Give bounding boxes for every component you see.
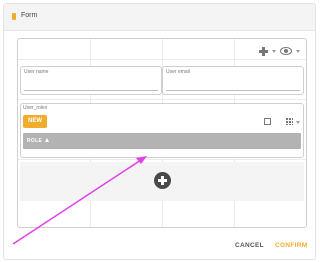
chevron-down-icon[interactable] [272,49,276,53]
sort-icon[interactable] [45,138,49,142]
card-title: Form [21,12,38,19]
user-email-label: User email [166,69,190,75]
form-icon [12,13,16,20]
form-designer: User name User email User_roles NEW ROLE [17,38,307,228]
user-name-field[interactable]: User name [20,66,162,95]
user-email-field[interactable]: User email [162,66,304,95]
confirm-button[interactable]: CONFIRM [275,242,307,249]
form-card: Form User name User email User_roles NEW… [3,3,316,260]
user-roles-label: User_roles [23,105,48,111]
card-header: Form [4,4,315,31]
fullscreen-icon[interactable] [264,118,271,125]
eye-icon[interactable] [280,47,292,55]
user-name-label: User name [24,69,49,75]
grid-header-row: ROLE [23,133,301,149]
chevron-down-icon[interactable] [296,121,300,124]
chevron-down-icon[interactable] [296,49,300,53]
user-roles-grid: User_roles NEW ROLE [20,103,304,158]
designer-toolbar [259,45,300,57]
user-name-input[interactable] [24,90,158,91]
user-email-input[interactable] [166,90,300,91]
columns-icon[interactable] [286,118,293,125]
drop-zone [20,162,304,201]
add-icon[interactable] [259,46,268,56]
column-header-role[interactable]: ROLE [27,138,42,144]
new-button[interactable]: NEW [23,115,47,128]
cancel-button[interactable]: CANCEL [235,242,264,249]
add-circle-icon[interactable] [154,172,171,189]
